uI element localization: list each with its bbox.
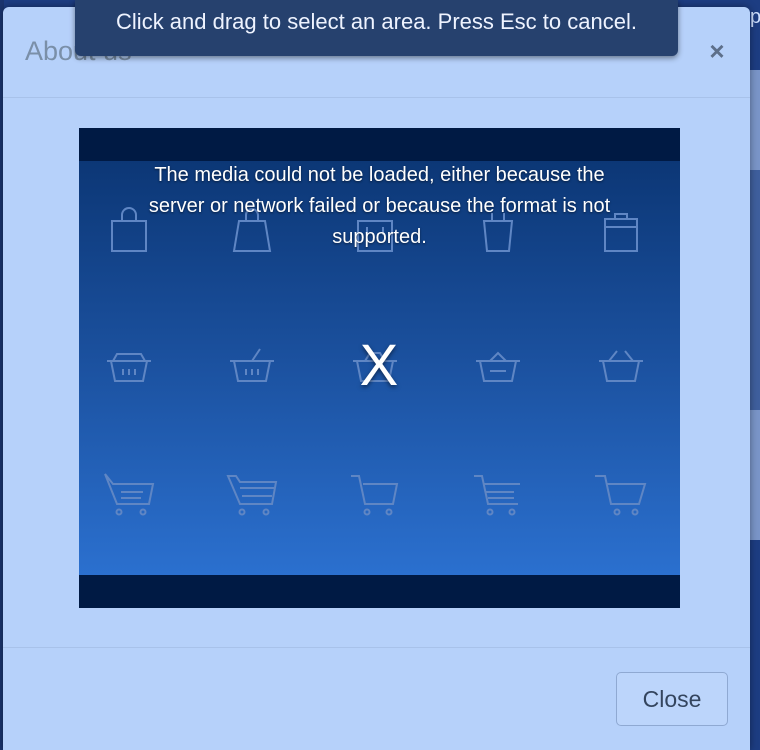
video-player[interactable]: The media could not be loaded, either be… <box>79 128 680 608</box>
basket-icon <box>99 339 159 399</box>
basket-icon <box>591 339 651 399</box>
shopping-cart-icon <box>222 466 282 526</box>
shopping-cart-icon <box>591 466 651 526</box>
about-us-modal: About us × <box>3 7 750 750</box>
modal-footer: Close <box>3 647 750 750</box>
media-error-message: The media could not be loaded, either be… <box>79 160 680 253</box>
page-backdrop-strip-dark <box>750 170 760 410</box>
basket-icon <box>222 339 282 399</box>
close-icon[interactable]: × <box>703 37 731 65</box>
screen-capture-banner: Click and drag to select an area. Press … <box>75 0 678 56</box>
shopping-cart-icon <box>345 466 405 526</box>
media-error-line: supported. <box>332 226 427 248</box>
media-error-x-icon: X <box>359 333 399 398</box>
media-error-line: server or network failed or because the … <box>148 195 611 217</box>
shopping-cart-icon <box>468 466 528 526</box>
basket-icon <box>468 339 528 399</box>
page-backdrop-glyph: p <box>750 6 760 28</box>
shopping-cart-icon <box>99 466 159 526</box>
media-error-line: The media could not be loaded, either be… <box>154 164 605 186</box>
close-button[interactable]: Close <box>616 672 728 726</box>
